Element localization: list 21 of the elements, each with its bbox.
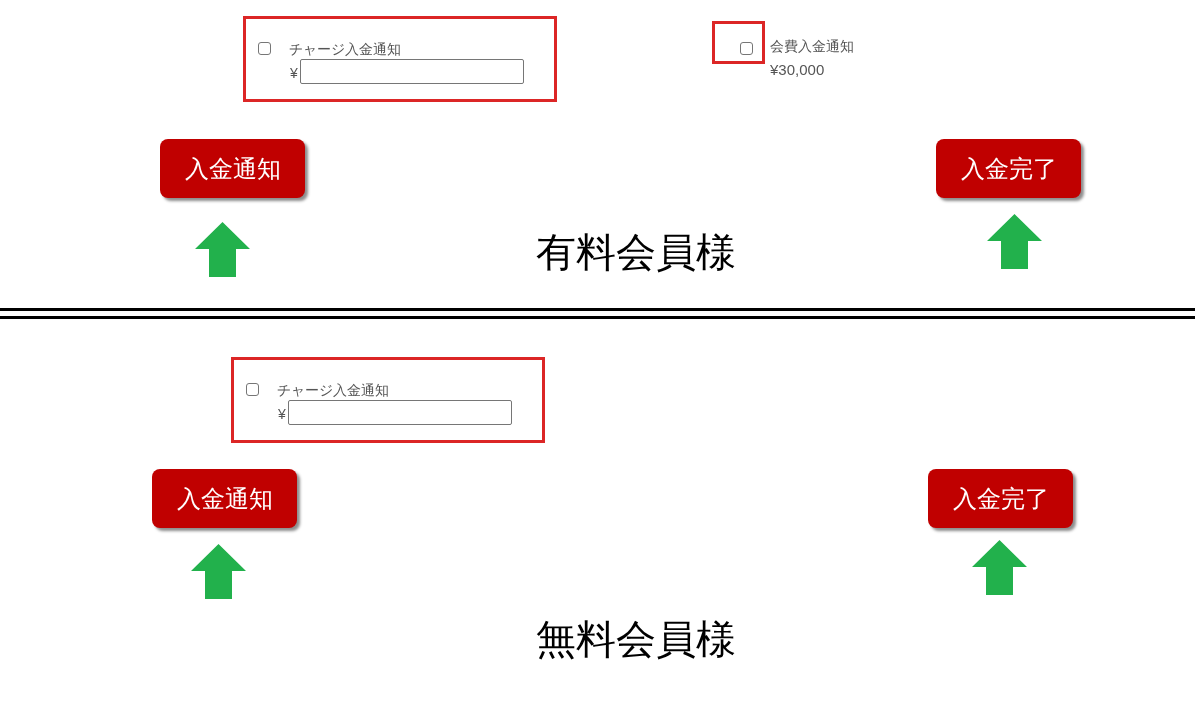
up-arrow-icon <box>987 214 1042 269</box>
up-arrow-icon <box>191 544 246 599</box>
amount-text: ¥30,000 <box>770 60 825 80</box>
label-button[interactable]: 入金通知 <box>160 139 305 198</box>
label-button[interactable]: 入金通知 <box>152 469 297 528</box>
label-button[interactable]: 入金完了 <box>936 139 1081 198</box>
amount-input-field[interactable] <box>288 400 512 425</box>
section-title: 無料会員様 <box>536 616 736 663</box>
up-arrow-icon <box>972 540 1027 595</box>
field-label: チャージ入金通知 <box>289 40 401 59</box>
checkbox[interactable] <box>740 42 753 55</box>
section-title: 有料会員様 <box>536 229 736 276</box>
currency-symbol: ¥ <box>290 64 298 83</box>
checkbox[interactable] <box>246 383 259 396</box>
label-button[interactable]: 入金完了 <box>928 469 1073 528</box>
currency-symbol: ¥ <box>278 405 286 424</box>
up-arrow-icon <box>195 222 250 277</box>
checkbox[interactable] <box>258 42 271 55</box>
field-label: チャージ入金通知 <box>277 381 389 400</box>
field-label: 会費入金通知 <box>770 37 854 56</box>
amount-input-field[interactable] <box>300 59 524 84</box>
